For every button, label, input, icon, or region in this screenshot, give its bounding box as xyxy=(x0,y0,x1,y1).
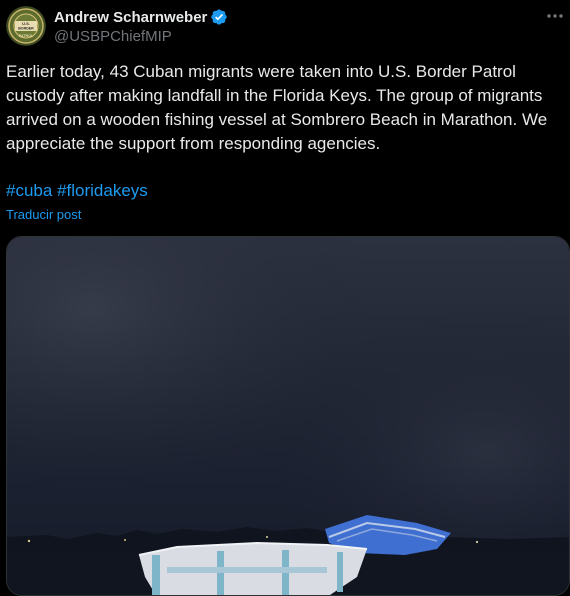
display-name[interactable]: Andrew Scharnweber xyxy=(54,9,207,26)
night-beach-boat-photo xyxy=(7,237,569,595)
tweet-text: Earlier today, 43 Cuban migrants were ta… xyxy=(6,62,548,153)
more-button[interactable] xyxy=(544,6,566,26)
more-horizontal-icon xyxy=(547,14,563,18)
author-handle[interactable]: @USBPChiefMIP xyxy=(54,28,228,45)
hashtag-cuba[interactable]: #cuba xyxy=(6,181,52,200)
tweet-photo[interactable] xyxy=(6,236,570,596)
border-patrol-badge-icon: U.S. BORDER PATROL xyxy=(6,6,46,46)
hashtag-floridakeys[interactable]: #floridakeys xyxy=(57,181,148,200)
svg-text:PATROL: PATROL xyxy=(19,34,34,38)
hashtags: #cuba #floridakeys xyxy=(6,179,148,203)
svg-text:BORDER: BORDER xyxy=(18,27,34,31)
author-info: Andrew Scharnweber @USBPChiefMIP xyxy=(54,7,228,45)
svg-text:U.S.: U.S. xyxy=(22,21,30,26)
tweet-header: U.S. BORDER PATROL Andrew Scharnweber @U… xyxy=(6,6,566,48)
translate-link[interactable]: Traducir post xyxy=(6,207,81,223)
display-name-row: Andrew Scharnweber xyxy=(54,7,228,27)
avatar[interactable]: U.S. BORDER PATROL xyxy=(6,6,46,46)
verified-badge-icon[interactable] xyxy=(210,8,228,26)
